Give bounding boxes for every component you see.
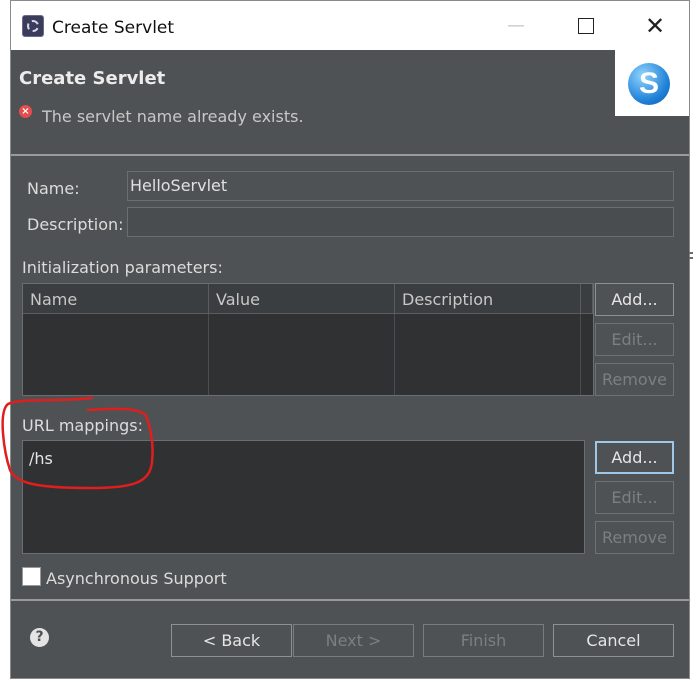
list-item[interactable]: /hs: [29, 449, 53, 468]
init-params-table[interactable]: Name Value Description: [22, 283, 594, 396]
init-params-add-button[interactable]: Add...: [595, 283, 674, 316]
url-mappings-label: URL mappings:: [22, 416, 143, 435]
maximize-button[interactable]: [574, 14, 598, 38]
url-mappings-remove-button[interactable]: Remove: [595, 521, 674, 554]
error-icon: ×: [19, 105, 32, 118]
error-message: The servlet name already exists.: [42, 107, 304, 126]
async-support-label[interactable]: Asynchronous Support: [46, 569, 227, 588]
eclipse-icon: [22, 15, 44, 37]
column-header-description[interactable]: Description: [395, 284, 581, 314]
init-params-edit-button[interactable]: Edit...: [595, 323, 674, 356]
title-bar[interactable]: Create Servlet — ✕: [11, 1, 689, 50]
column-divider: [394, 314, 395, 395]
wizard-logo: S: [615, 50, 689, 116]
back-button[interactable]: < Back: [171, 624, 292, 657]
banner-title: Create Servlet: [19, 68, 166, 89]
finish-button[interactable]: Finish: [423, 624, 544, 657]
url-mappings-list[interactable]: /hs: [22, 440, 585, 554]
servlet-logo-icon: S: [628, 63, 670, 105]
url-mappings-add-button[interactable]: Add...: [595, 441, 674, 474]
init-params-remove-button[interactable]: Remove: [595, 363, 674, 396]
description-label: Description:: [27, 215, 124, 234]
column-divider: [580, 314, 581, 395]
cancel-button[interactable]: Cancel: [553, 624, 674, 657]
async-support-checkbox[interactable]: [22, 567, 41, 586]
column-divider: [208, 314, 209, 395]
wizard-banner: Create Servlet × The servlet name alread…: [11, 50, 689, 155]
description-field[interactable]: [127, 207, 674, 237]
footer-separator: [11, 599, 689, 601]
name-label: Name:: [27, 179, 80, 198]
name-field[interactable]: HelloServlet: [127, 171, 674, 201]
url-mappings-edit-button[interactable]: Edit...: [595, 481, 674, 514]
window-title: Create Servlet: [52, 18, 175, 38]
column-header-name[interactable]: Name: [23, 284, 209, 314]
column-header-filler: [581, 284, 593, 314]
init-params-label: Initialization parameters:: [22, 258, 223, 277]
banner-separator: [11, 154, 689, 156]
help-icon[interactable]: ?: [30, 628, 49, 647]
minimize-button[interactable]: —: [504, 14, 528, 38]
create-servlet-dialog: Create Servlet — ✕ Create Servlet × The …: [10, 0, 690, 679]
close-button[interactable]: ✕: [643, 14, 667, 38]
column-header-value[interactable]: Value: [209, 284, 395, 314]
next-button[interactable]: Next >: [293, 624, 414, 657]
scrollbar-hint: [689, 252, 693, 259]
